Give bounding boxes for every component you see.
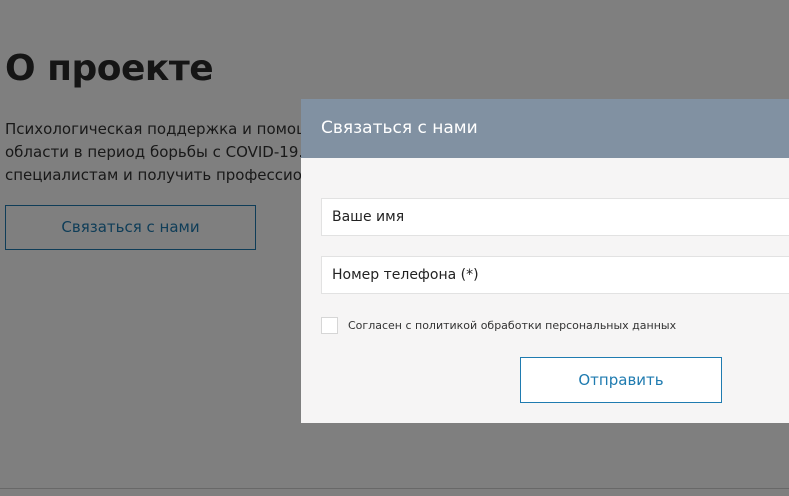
consent-label[interactable]: Согласен с политикой обработки персональ… xyxy=(348,319,676,332)
consent-row: Согласен с политикой обработки персональ… xyxy=(321,316,676,335)
consent-checkbox[interactable] xyxy=(321,317,338,334)
page: О проекте Психологическая поддержка и по… xyxy=(0,0,789,496)
submit-button[interactable]: Отправить xyxy=(520,357,722,403)
phone-input[interactable] xyxy=(321,256,789,294)
name-input[interactable] xyxy=(321,198,789,236)
contact-modal: Связаться с нами Согласен с политикой об… xyxy=(301,99,789,423)
modal-title: Связаться с нами xyxy=(301,99,789,158)
